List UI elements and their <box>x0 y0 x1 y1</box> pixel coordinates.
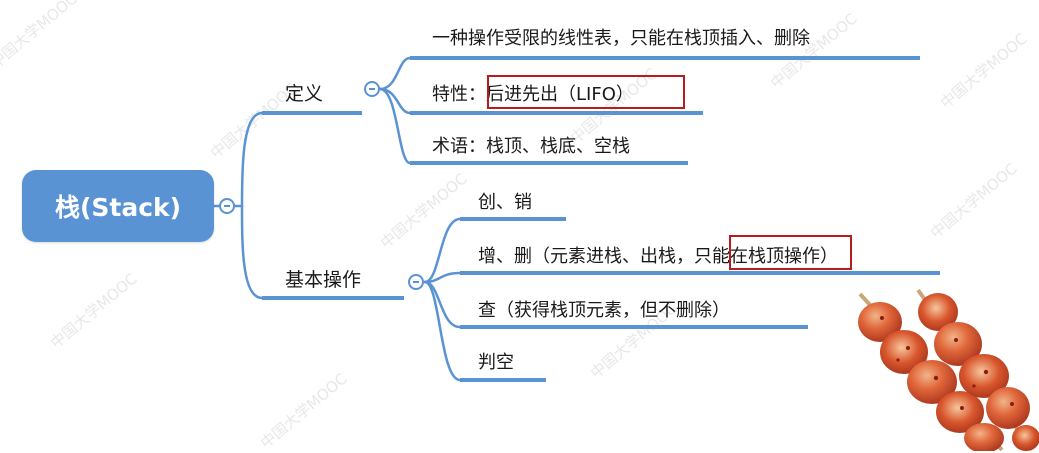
branch-definition-underline <box>262 111 362 115</box>
collapse-toggle-root[interactable] <box>219 198 235 214</box>
leaf-terminology[interactable]: 术语：栈顶、栈底、空栈 <box>432 132 630 158</box>
highlight-box-lifo <box>487 75 685 109</box>
leaf-underline <box>460 217 566 221</box>
branch-definition-label[interactable]: 定义 <box>285 79 323 106</box>
leaf-restricted-linear-list[interactable]: 一种操作受限的线性表，只能在栈顶插入、删除 <box>432 24 810 50</box>
leaf-is-empty[interactable]: 判空 <box>478 348 514 374</box>
leaf-underline <box>410 161 688 165</box>
root-node-stack[interactable]: 栈(Stack) <box>22 170 214 242</box>
leaf-underline <box>460 378 546 382</box>
collapse-toggle-definition[interactable] <box>364 81 380 97</box>
branch-basic-operations-label[interactable]: 基本操作 <box>285 265 361 292</box>
leaf-underline <box>410 56 920 60</box>
branch-basic-operations-underline <box>262 296 404 300</box>
mindmap-canvas: 中国大学MOOC 中国大学MOOC 中国大学MOOC 中国大学MOOC 中国大学… <box>0 0 1039 452</box>
leaf-get-top[interactable]: 查（获得栈顶元素，但不删除） <box>478 296 730 322</box>
highlight-box-top-only <box>729 235 852 270</box>
collapse-toggle-basic-operations[interactable] <box>408 274 424 290</box>
leaf-create-destroy[interactable]: 创、销 <box>478 188 532 214</box>
leaf-underline <box>460 271 940 275</box>
leaf-underline <box>410 111 703 115</box>
grilled-meat-skewers-image <box>858 288 1039 451</box>
leaf-underline <box>460 325 808 329</box>
